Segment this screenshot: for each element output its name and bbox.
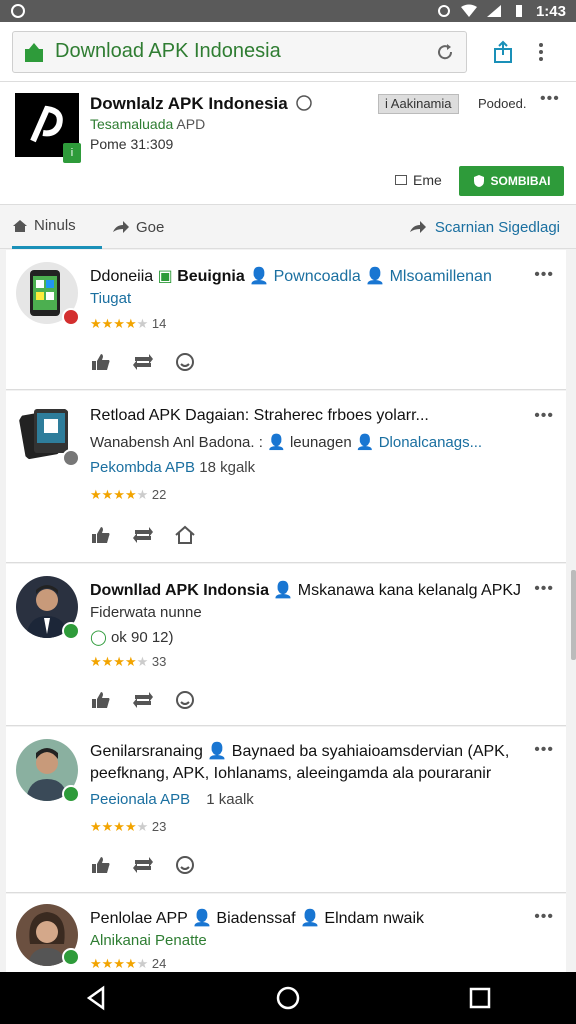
tab-right-link[interactable]: Scarnian Sigedlagi bbox=[409, 205, 560, 249]
menu-icon[interactable] bbox=[539, 42, 543, 61]
feed-card[interactable]: Downllad APK Indonsia 👤 Mskanawa kana ke… bbox=[6, 564, 566, 726]
feed-list: Ddoneiia ▣ Beuignia 👤 Powncoadla 👤 Mlsoa… bbox=[6, 250, 566, 972]
repost-icon[interactable] bbox=[132, 352, 154, 372]
tag-badge[interactable]: i Aakinamia bbox=[378, 94, 459, 114]
emoji-icon[interactable] bbox=[174, 690, 196, 710]
card-meta: Peeionala APB 1 kaalk bbox=[90, 791, 254, 808]
address-bar[interactable]: Download APK Indonesia bbox=[12, 30, 467, 73]
card-title: Downllad APK Indonsia 👤 Mskanawa kana ke… bbox=[90, 582, 522, 599]
card-subtitle: Wanabensh Anl Badona. : 👤 leunagen 👤 Dlo… bbox=[90, 434, 483, 451]
feed-card[interactable]: Retload APK Dagaian: Straherec frboes yo… bbox=[6, 391, 566, 563]
like-icon[interactable] bbox=[90, 855, 112, 875]
card-title: Ddoneiia ▣ Beuignia 👤 Powncoadla 👤 Mlsoa… bbox=[90, 268, 492, 285]
page-title: Downlalz APK Indonesia bbox=[90, 94, 313, 114]
mail-icon bbox=[395, 175, 407, 185]
rating: ★★★★★ 23 bbox=[90, 819, 167, 834]
logo-badge: i bbox=[63, 143, 81, 163]
card-more-icon[interactable]: ••• bbox=[534, 407, 554, 425]
rating: ★★★★★ 33 bbox=[90, 654, 167, 669]
status-badge-icon bbox=[62, 449, 80, 467]
repost-icon[interactable] bbox=[132, 525, 154, 545]
app-header: i Downlalz APK Indonesia Tesamaluada APD… bbox=[0, 82, 576, 204]
card-subtitle: Alnikanai Penatte bbox=[90, 932, 207, 949]
scrollbar[interactable] bbox=[571, 570, 576, 660]
meta-text: Pome 31:309 bbox=[90, 136, 174, 152]
tab-goe[interactable]: Goe bbox=[112, 205, 164, 249]
share-arrow-icon bbox=[113, 221, 129, 233]
rating: ★★★★★ 22 bbox=[90, 487, 167, 502]
clock: 1:43 bbox=[535, 2, 566, 20]
card-title: Retload APK Dagaian: Straherec frboes yo… bbox=[90, 407, 429, 424]
like-icon[interactable] bbox=[90, 352, 112, 372]
wifi-icon bbox=[460, 4, 477, 17]
card-actions bbox=[90, 855, 196, 875]
verified-icon bbox=[296, 95, 313, 111]
card-actions bbox=[90, 352, 196, 372]
status-bar: 1:43 bbox=[0, 0, 576, 22]
error-badge-icon bbox=[62, 308, 80, 326]
back-icon[interactable] bbox=[83, 985, 109, 1011]
share-icon[interactable] bbox=[491, 40, 515, 64]
erme-link[interactable]: Eme bbox=[395, 172, 442, 188]
browser-toolbar: Download APK Indonesia bbox=[0, 22, 576, 82]
card-meta: Pekombda APB 18 kgalk bbox=[90, 459, 256, 476]
like-icon[interactable] bbox=[90, 525, 112, 545]
sync-icon bbox=[437, 5, 450, 17]
card-title: Penlolae APP 👤 Biadenssaf 👤 Elndam nwaik bbox=[90, 910, 424, 927]
card-actions bbox=[90, 525, 196, 545]
tab-bar: Ninuls Goe Scarnian Sigedlagi bbox=[0, 204, 576, 249]
emoji-icon[interactable] bbox=[174, 855, 196, 875]
card-more-icon[interactable]: ••• bbox=[534, 908, 554, 926]
home-button-icon[interactable] bbox=[275, 985, 301, 1011]
feed-card[interactable]: Ddoneiia ▣ Beuignia 👤 Powncoadla 👤 Mlsoa… bbox=[6, 250, 566, 390]
card-title: Genilarsranaing 👤 Baynaed ba syahiaioams… bbox=[90, 743, 510, 760]
online-badge-icon bbox=[62, 785, 80, 803]
app-notification-icon bbox=[11, 4, 25, 18]
card-subtitle: Tiugat bbox=[90, 290, 132, 307]
signal-icon bbox=[486, 5, 501, 17]
shield-icon bbox=[473, 175, 484, 187]
home-outline-icon[interactable] bbox=[174, 525, 196, 545]
site-icon bbox=[25, 42, 43, 62]
rating: ★★★★★ 24 bbox=[90, 956, 167, 971]
emoji-icon[interactable] bbox=[174, 352, 196, 372]
subtitle: Tesamaluada APD bbox=[90, 116, 206, 132]
recents-icon[interactable] bbox=[467, 985, 493, 1011]
repost-icon[interactable] bbox=[132, 690, 154, 710]
header-more-icon[interactable]: ••• bbox=[540, 90, 560, 108]
tab-ninuls[interactable]: Ninuls bbox=[12, 205, 102, 249]
repost-icon[interactable] bbox=[132, 855, 154, 875]
header-right-label[interactable]: Podoed. bbox=[478, 96, 526, 111]
primary-action-button[interactable]: SOMBIBAI bbox=[459, 166, 564, 196]
url-text: Download APK Indonesia bbox=[55, 40, 281, 62]
card-meta: ◯ ok 90 12) bbox=[90, 629, 174, 646]
feed-card[interactable]: Penlolae APP 👤 Biadenssaf 👤 Elndam nwaik… bbox=[6, 894, 566, 972]
card-more-icon[interactable]: ••• bbox=[534, 580, 554, 598]
online-badge-icon bbox=[62, 622, 80, 640]
system-nav-bar bbox=[0, 972, 576, 1024]
card-more-icon[interactable]: ••• bbox=[534, 266, 554, 284]
rating: ★★★★★ 14 bbox=[90, 316, 167, 331]
reload-icon[interactable] bbox=[434, 41, 456, 63]
like-icon[interactable] bbox=[90, 690, 112, 710]
card-more-icon[interactable]: ••• bbox=[534, 741, 554, 759]
online-badge-icon bbox=[62, 948, 80, 966]
card-title-cont: peefknang, APK, Iohlanams, aleeingamda a… bbox=[90, 765, 492, 782]
home-icon bbox=[13, 219, 27, 232]
battery-icon bbox=[515, 5, 522, 17]
app-logo: i bbox=[15, 93, 81, 163]
card-subtitle: Fiderwata nunne bbox=[90, 604, 202, 621]
forward-icon bbox=[409, 221, 426, 233]
card-actions bbox=[90, 690, 196, 710]
feed-card[interactable]: Genilarsranaing 👤 Baynaed ba syahiaioams… bbox=[6, 727, 566, 893]
